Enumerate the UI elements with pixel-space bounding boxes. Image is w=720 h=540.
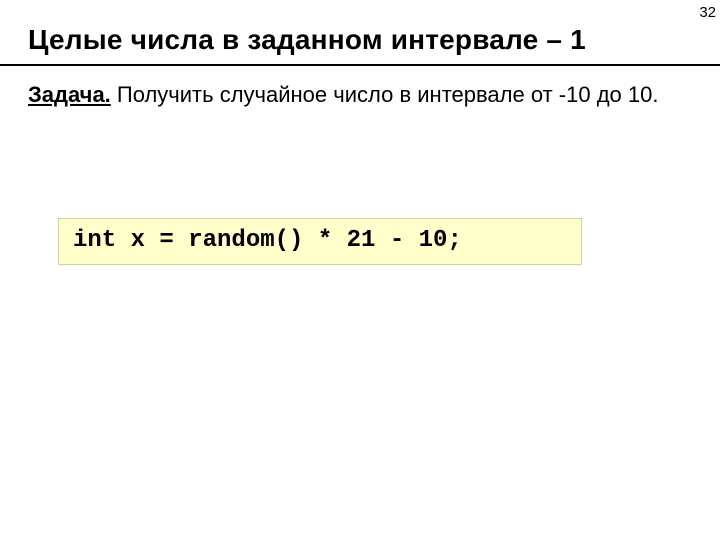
task-text: Получить случайное число в интервале от … bbox=[111, 82, 659, 107]
title-divider bbox=[0, 64, 720, 66]
slide-title: Целые числа в заданном интервале – 1 bbox=[0, 0, 720, 64]
code-snippet: int x = random() * 21 - 10; bbox=[58, 218, 582, 265]
task-paragraph: Задача. Получить случайное число в интер… bbox=[0, 80, 720, 110]
page-number: 32 bbox=[699, 4, 716, 21]
task-label: Задача. bbox=[28, 82, 111, 107]
